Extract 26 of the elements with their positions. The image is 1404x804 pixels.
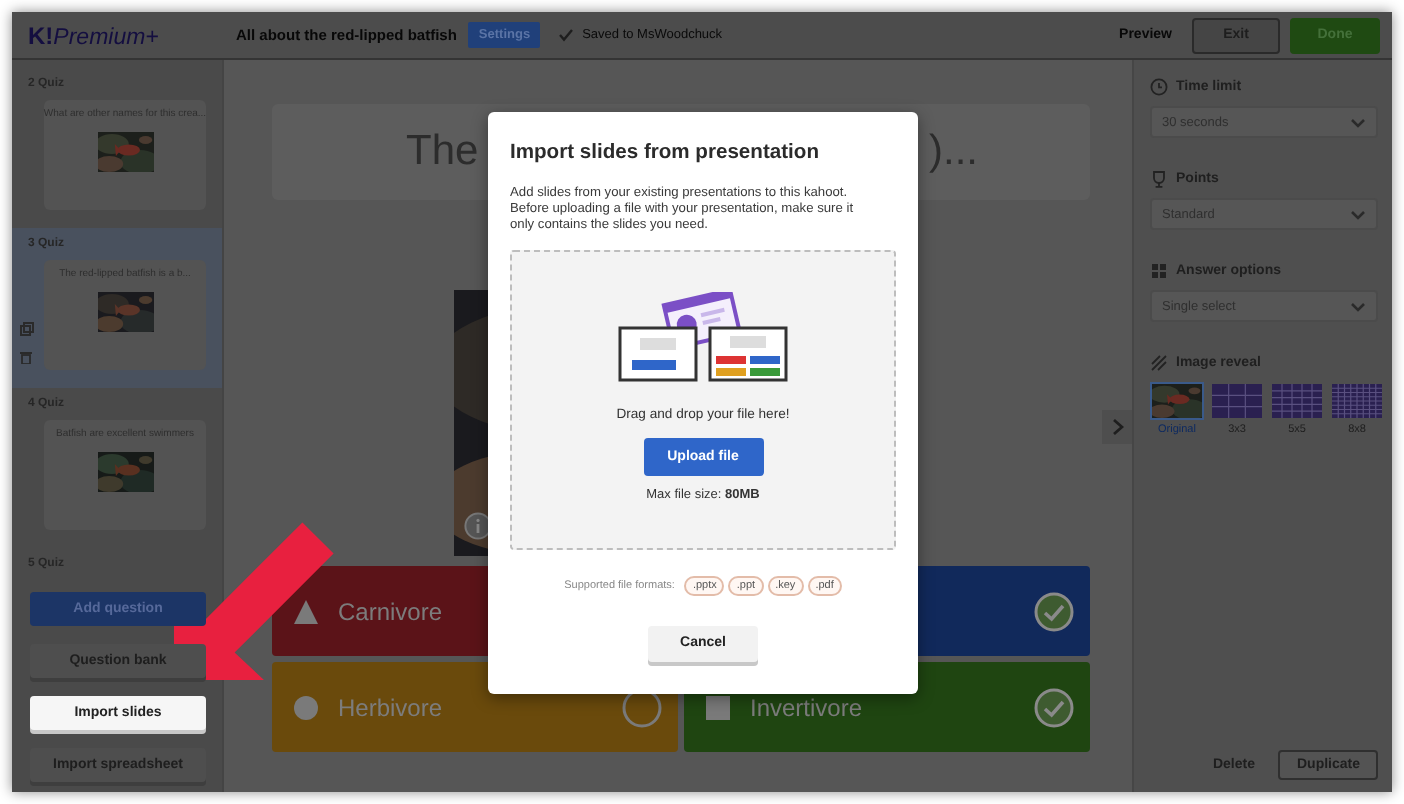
answer-text: Herbivore — [338, 693, 445, 721]
duplicate-icon[interactable] — [20, 322, 34, 336]
question-title: )... — [929, 128, 978, 176]
checked-circle-icon[interactable] — [1034, 591, 1074, 631]
answer-text: Carnivore — [338, 597, 445, 625]
dialog-title: Import slides from presentation — [510, 142, 821, 164]
square-icon — [704, 693, 732, 721]
grid-icon — [1150, 262, 1168, 280]
trash-icon[interactable] — [20, 350, 32, 364]
chevron-down-icon — [1348, 297, 1368, 315]
chevron-down-icon — [1348, 205, 1368, 223]
logo[interactable]: K!Premium+ — [28, 17, 236, 53]
triangle-icon — [292, 597, 320, 625]
check-icon — [558, 28, 575, 42]
tile-grid-thumbnail — [1272, 384, 1322, 418]
tile-grid-thumbnail — [1212, 384, 1262, 418]
stripes-icon — [1150, 354, 1168, 372]
circle-icon — [292, 693, 320, 721]
answer-text: Invertivore — [750, 693, 865, 721]
clock-icon — [1150, 78, 1168, 96]
chevron-right-icon — [1111, 418, 1123, 436]
tile-grid-thumbnail — [1332, 384, 1382, 418]
expand-button[interactable] — [1102, 410, 1132, 444]
checked-circle-icon[interactable] — [1034, 687, 1074, 727]
chevron-down-icon — [1348, 113, 1368, 131]
trophy-icon — [1150, 170, 1168, 188]
